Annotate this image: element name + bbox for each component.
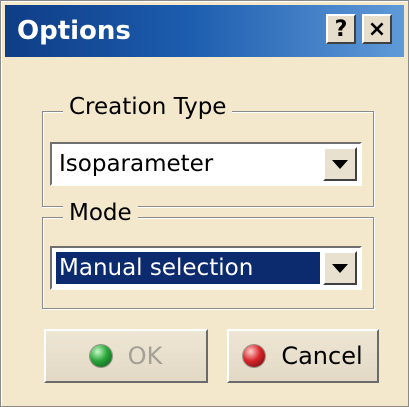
help-icon: ? bbox=[334, 16, 348, 42]
close-button[interactable]: × bbox=[362, 14, 392, 44]
ok-label: OK bbox=[127, 342, 163, 370]
green-orb-icon bbox=[89, 345, 112, 367]
cancel-label: Cancel bbox=[281, 342, 363, 370]
creation-type-group: Creation Type Isoparameter bbox=[42, 94, 374, 207]
mode-dropdown-button[interactable] bbox=[323, 251, 357, 285]
mode-value: Manual selection bbox=[56, 252, 320, 284]
ok-button[interactable]: OK bbox=[44, 329, 208, 383]
options-dialog: Options ? × Creation Type Isoparameter M… bbox=[0, 0, 409, 407]
mode-group: Mode Manual selection bbox=[42, 200, 374, 309]
creation-type-value: Isoparameter bbox=[59, 151, 214, 177]
title-bar[interactable]: Options ? × bbox=[5, 5, 404, 57]
red-orb-icon bbox=[243, 345, 266, 367]
mode-legend: Mode bbox=[63, 200, 138, 226]
creation-type-dropdown-button[interactable] bbox=[323, 147, 357, 181]
chevron-down-icon bbox=[332, 263, 348, 273]
help-button[interactable]: ? bbox=[326, 14, 356, 44]
mode-combobox[interactable]: Manual selection bbox=[50, 246, 362, 290]
chevron-down-icon bbox=[332, 159, 348, 169]
dialog-title: Options bbox=[17, 16, 131, 46]
close-icon: × bbox=[367, 16, 387, 42]
creation-type-legend: Creation Type bbox=[63, 94, 233, 120]
cancel-button[interactable]: Cancel bbox=[227, 329, 379, 383]
creation-type-combobox[interactable]: Isoparameter bbox=[50, 142, 362, 186]
